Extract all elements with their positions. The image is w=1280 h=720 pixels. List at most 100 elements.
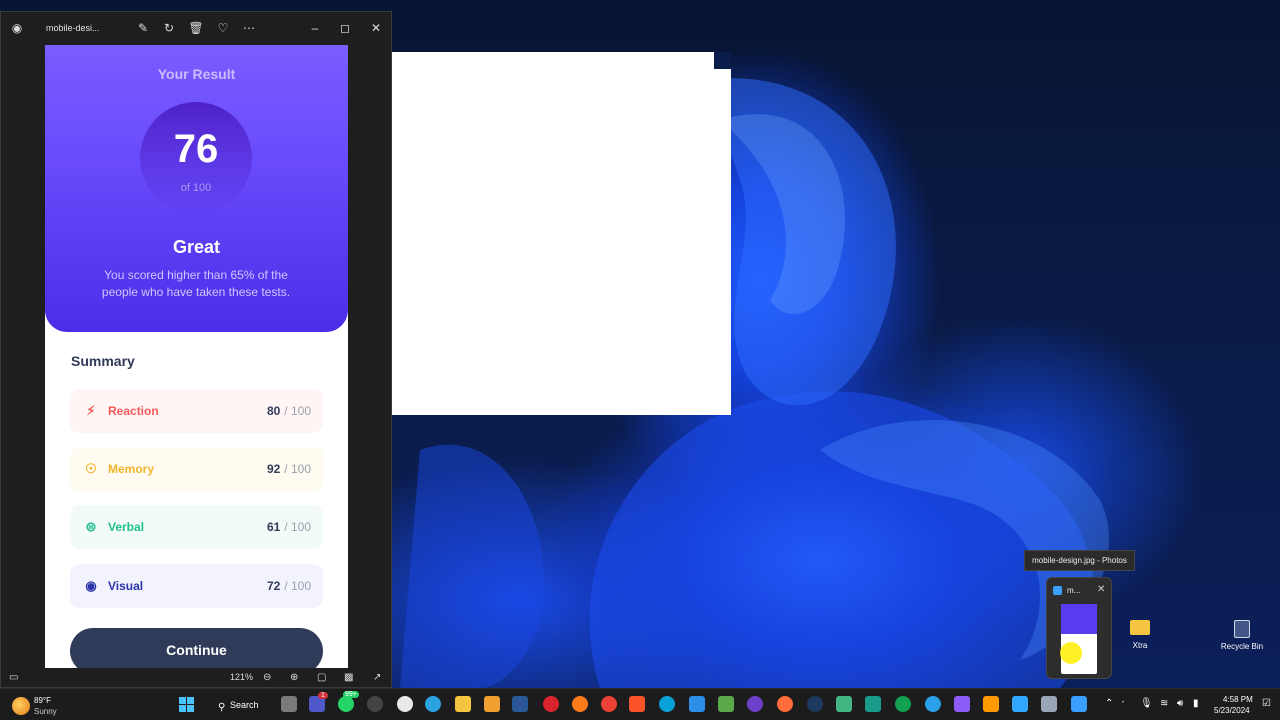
minimize-button[interactable]: – [307,20,323,36]
folder-label: Xtra [1132,641,1148,650]
desktop-recycle-bin[interactable]: Recycle Bin [1218,620,1266,651]
fit-to-window-icon[interactable]: ▢ [317,672,326,683]
app-icon[interactable] [807,696,823,712]
weather-widget[interactable]: 89°F Sunny [12,693,72,717]
chevron-up-icon[interactable]: ⌃ [1105,698,1113,709]
zoom-in-icon[interactable]: ⊕ [290,672,298,683]
git-icon[interactable] [836,696,852,712]
search-icon: ⚲ [218,702,226,713]
clock-time[interactable]: 4:58 PM [1223,695,1253,704]
actual-size-icon[interactable]: ▩ [344,672,353,683]
notification-icon[interactable]: ☑ [1262,698,1271,709]
lightning-icon: ⚡︎ [86,403,96,418]
summary-score: 61/ 100 [266,520,311,534]
wifi-icon[interactable]: ≋ [1160,698,1168,709]
webstorm-icon[interactable] [865,696,881,712]
file-explorer-icon[interactable] [455,696,471,712]
summary-row-memory: ☉ Memory 92/ 100 [70,447,323,491]
brain-icon: ☉ [85,461,97,476]
vscode-icon[interactable] [689,696,705,712]
edge-icon[interactable] [659,696,675,712]
screenshot-icon[interactable] [1041,696,1057,712]
search-label: Search [230,700,259,710]
telegram-icon[interactable] [425,696,441,712]
spotify-icon[interactable] [895,696,911,712]
battery-icon[interactable]: ▮ [1193,698,1199,709]
notepad-icon[interactable] [718,696,734,712]
folder-icon [1130,620,1150,635]
filmstrip-icon[interactable]: ▭ [9,672,18,683]
media-player-icon[interactable] [367,696,383,712]
photoshop-icon[interactable] [1012,696,1028,712]
delete-icon[interactable]: 🗑 [188,20,204,36]
summary-score: 80/ 100 [266,404,311,418]
maximize-button[interactable]: ◻ [337,20,353,36]
window-titlebar: ◉ mobile-desi... ✎ ↻ 🗑 ♡ ⋯ – ◻ ✕ [1,12,391,45]
maps-icon[interactable] [397,696,413,712]
bluetooth-icon[interactable]: ᛫ [1120,698,1126,709]
clock-date[interactable]: 5/23/2024 [1214,706,1250,715]
preview-thumbnail [1061,604,1097,674]
store-icon[interactable] [484,696,500,712]
weather-condition: Sunny [34,707,57,716]
more-options-icon[interactable]: ⋯ [241,20,257,36]
summary-score: 72/ 100 [266,579,311,593]
taskbar-search[interactable]: ⚲ Search [212,695,266,715]
opera-icon[interactable] [543,696,559,712]
zoom-level: 121% [230,672,254,682]
score-value: 76 [173,127,219,171]
photos-icon[interactable] [1071,696,1087,712]
preview-close-icon[interactable]: ✕ [1097,584,1105,595]
postman-icon[interactable] [777,696,793,712]
recycle-bin-icon [1234,620,1250,638]
eye-icon: ◉ [85,578,97,593]
score-total: of 100 [180,182,212,194]
grade-label: Great [172,237,221,257]
github-icon[interactable] [747,696,763,712]
taskbar: 89°F Sunny ⚲ Search 1 99+ ⌃ ᛫ 🎙︎ ≋ 🔊︎ ▮ … [0,688,1280,720]
whatsapp-badge: 99+ [343,691,359,698]
edit-icon[interactable]: ✎ [135,20,151,36]
result-heading: Your Result [157,66,236,82]
photos-app-window: ◉ mobile-desi... ✎ ↻ 🗑 ♡ ⋯ – ◻ ✕ Your Re… [0,11,392,688]
summary-row-reaction: ⚡︎ Reaction 80/ 100 [70,389,323,433]
summary-row-visual: ◉ Visual 72/ 100 [70,564,323,608]
cloud-icon[interactable] [925,696,941,712]
illustrator-icon[interactable] [983,696,999,712]
desktop-folder-xtra[interactable]: Xtra [1122,620,1158,650]
summary-title: Summary [71,353,135,369]
taskbar-window-preview[interactable]: m... ✕ [1046,577,1112,679]
fullscreen-icon[interactable]: ↗ [373,672,381,683]
microphone-icon[interactable]: 🎙︎ [1140,698,1153,709]
summary-label: Reaction [108,404,159,418]
score-circle: 76 of 100 [140,102,252,214]
continue-button[interactable]: Continue [70,628,323,668]
chat-icon: ⊜ [85,519,97,534]
favorite-icon[interactable]: ♡ [215,20,231,36]
teams-badge: 1 [318,692,328,699]
editor-icon[interactable] [954,696,970,712]
window-title: mobile-desi... [46,23,100,33]
photos-app-icon: ◉ [11,21,23,35]
whatsapp-icon[interactable] [338,696,354,712]
firefox-icon[interactable] [572,696,588,712]
word-icon[interactable] [512,696,528,712]
summary-label: Memory [108,462,155,476]
panel-notch [714,52,731,69]
taskbar-tooltip: mobile-design.jpg - Photos [1024,550,1135,571]
zoom-out-icon[interactable]: ⊖ [263,672,271,683]
summary-score: 92/ 100 [266,462,311,476]
task-view-icon[interactable] [281,696,297,712]
system-tray: ⌃ ᛫ 🎙︎ ≋ 🔊︎ ▮ [1100,689,1280,720]
blank-white-panel [391,52,731,415]
cursor-highlight [1060,642,1082,664]
chrome-icon[interactable] [601,696,617,712]
photos-app-icon [1053,586,1062,595]
start-button[interactable] [179,697,194,712]
photos-bottom-bar: ▭ 121% ⊖ ⊕ ▢ ▩ ↗ [1,668,391,689]
brave-icon[interactable] [629,696,645,712]
close-button[interactable]: ✕ [368,20,384,36]
speaker-icon[interactable]: 🔊︎ [1177,698,1183,709]
rotate-icon[interactable]: ↻ [161,20,177,36]
summary-label: Verbal [108,520,145,534]
